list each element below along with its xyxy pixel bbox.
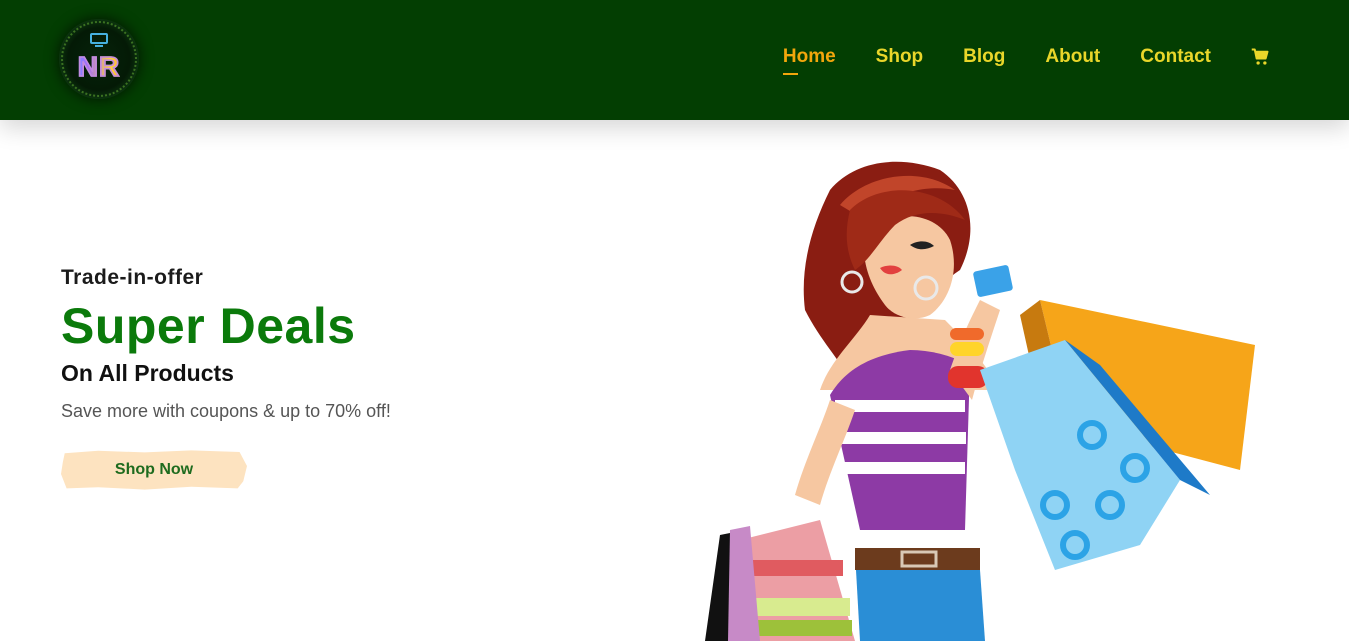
top-stripes (835, 400, 966, 474)
jeans (856, 570, 985, 641)
monitor-stand (95, 45, 103, 47)
bracelet-yellow (950, 342, 984, 356)
hero-title: Super Deals (61, 298, 356, 354)
logo-monogram: NR (59, 50, 139, 83)
nav-blog[interactable]: Blog (963, 46, 1005, 68)
main-nav: Home Shop Blog About Contact (782, 46, 1269, 75)
logo[interactable]: NR (59, 19, 139, 99)
nav-home[interactable]: Home (782, 46, 836, 75)
monitor-icon (90, 33, 108, 44)
cart-icon-svg (1251, 48, 1269, 65)
hero-section: Trade-in-offer Super Deals On All Produc… (61, 266, 391, 422)
hero-description: Save more with coupons & up to 70% off! (61, 401, 391, 421)
nav-contact[interactable]: Contact (1140, 46, 1211, 68)
cart-icon[interactable] (1251, 48, 1269, 66)
pink-bag-stripes (743, 560, 852, 636)
hero-subtitle: On All Products (61, 360, 234, 386)
hero-kicker: Trade-in-offer (61, 266, 204, 289)
bracelet-orange (950, 328, 984, 340)
shopping-woman-illustration (705, 161, 1255, 641)
nav-about[interactable]: About (1045, 46, 1100, 68)
shop-now-button[interactable]: Shop Now (61, 450, 247, 490)
site-header: NR Home Shop Blog About Contact (0, 0, 1349, 120)
credit-card (973, 265, 1013, 297)
nav-shop[interactable]: Shop (876, 46, 924, 68)
